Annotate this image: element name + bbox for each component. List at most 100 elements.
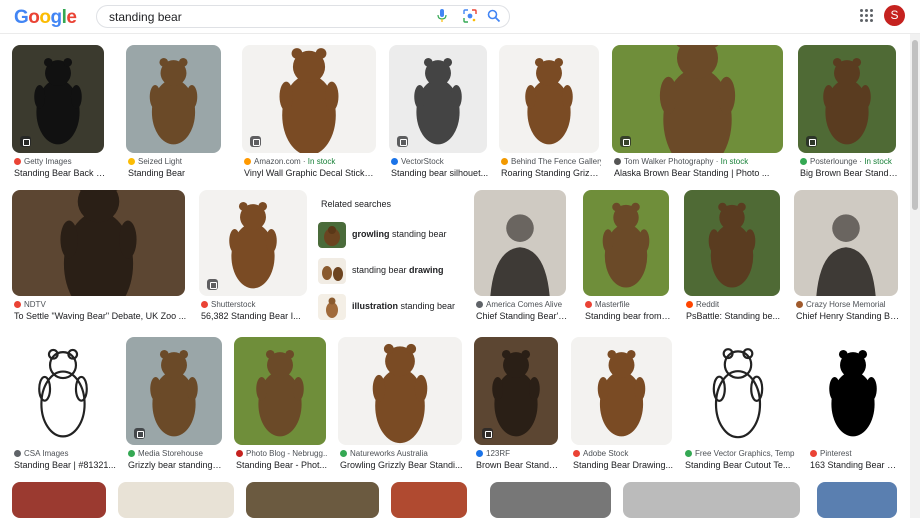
result-source[interactable]: Photo Blog - Nebrugg... — [236, 449, 328, 458]
result-title[interactable]: Standing bear silhouet... — [391, 168, 489, 178]
image-thumbnail[interactable] — [571, 337, 672, 445]
image-result-card[interactable]: Natureworks Australia Growling Grizzly Be… — [338, 337, 464, 477]
result-source[interactable]: Pinterest — [810, 449, 900, 458]
image-result-card[interactable]: VectorStock Standing bear silhouet... — [389, 45, 489, 185]
result-title[interactable]: Standing bear from t... — [585, 311, 671, 321]
result-title[interactable]: Chief Standing Bear's ... — [476, 311, 568, 321]
result-title[interactable]: Standing Bear - Phot... — [236, 460, 328, 470]
image-result-card[interactable]: Shutterstock 56,382 Standing Bear I... — [199, 190, 307, 328]
image-thumbnail[interactable] — [242, 45, 376, 153]
google-logo[interactable]: Google — [14, 7, 77, 29]
image-result-card[interactable]: Behind The Fence Gallery Roaring Standing… — [499, 45, 601, 185]
result-title[interactable]: Vinyl Wall Graphic Decal Sticker ... — [244, 168, 378, 178]
result-title[interactable]: Standing Bear | #81321... — [14, 460, 116, 470]
result-title[interactable]: Roaring Standing Grizz... — [501, 168, 601, 178]
image-result-card[interactable]: Seized Light Standing Bear — [126, 45, 221, 185]
result-title[interactable]: Standing Bear Drawing... — [573, 460, 674, 470]
image-result-card[interactable]: 123RF Brown Bear Standin... — [474, 337, 560, 477]
apps-grid-icon[interactable] — [860, 9, 874, 23]
result-source[interactable]: Getty Images — [14, 157, 106, 166]
result-source[interactable]: Shutterstock — [201, 300, 309, 309]
result-title[interactable]: 163 Standing Bear Sil... — [810, 460, 900, 470]
image-thumbnail[interactable] — [798, 45, 896, 153]
image-result-card[interactable]: Adobe Stock Standing Bear Drawing... — [571, 337, 674, 477]
result-title[interactable]: Standing Bear Cutout Te... — [685, 460, 795, 470]
result-source[interactable]: Tom Walker Photography · In stock — [614, 157, 785, 166]
result-source[interactable]: CSA Images — [14, 449, 116, 458]
image-thumbnail[interactable] — [126, 337, 222, 445]
result-source[interactable]: Free Vector Graphics, Temp... · In stock — [685, 449, 795, 458]
related-search-drawing[interactable]: standing bear drawing — [318, 256, 458, 286]
image-result-card[interactable]: Crazy Horse Memorial Chief Henry Standing… — [794, 190, 900, 328]
image-thumbnail[interactable] — [246, 482, 379, 518]
result-title[interactable]: Standing Bear — [128, 168, 223, 178]
result-source[interactable]: Natureworks Australia — [340, 449, 464, 458]
image-thumbnail[interactable] — [808, 337, 898, 445]
result-source[interactable]: Amazon.com · In stock — [244, 157, 378, 166]
microphone-icon[interactable] — [437, 9, 447, 23]
image-thumbnail[interactable] — [12, 337, 114, 445]
related-search-illustration[interactable]: illustration standing bear — [318, 292, 458, 322]
result-source[interactable]: 123RF — [476, 449, 560, 458]
result-title[interactable]: Growling Grizzly Bear Standi... — [340, 460, 464, 470]
image-result-card[interactable]: NDTV To Settle "Waving Bear" Debate, UK Z… — [12, 190, 187, 328]
result-title[interactable]: Grizzly bear standing, ... — [128, 460, 224, 470]
result-source[interactable]: Posterlounge · In stock — [800, 157, 898, 166]
image-result-card[interactable]: Pinterest 163 Standing Bear Sil... — [808, 337, 900, 477]
image-result-card[interactable]: Tom Walker Photography · In stock Alaska … — [612, 45, 783, 185]
result-title[interactable]: Big Brown Bear Standin... — [800, 168, 898, 178]
image-thumbnail[interactable] — [490, 482, 611, 518]
image-result-card[interactable]: Amazon.com · In stock Vinyl Wall Graphic … — [242, 45, 378, 185]
result-source[interactable]: Behind The Fence Gallery — [501, 157, 601, 166]
image-thumbnail[interactable] — [683, 337, 793, 445]
image-thumbnail[interactable] — [199, 190, 307, 296]
image-thumbnail[interactable] — [12, 190, 185, 296]
result-source[interactable]: VectorStock — [391, 157, 489, 166]
result-title[interactable]: To Settle "Waving Bear" Debate, UK Zoo .… — [14, 311, 187, 321]
image-thumbnail[interactable] — [474, 337, 558, 445]
result-source[interactable]: Crazy Horse Memorial — [796, 300, 900, 309]
image-result-card[interactable]: Free Vector Graphics, Temp... · In stock… — [683, 337, 795, 477]
image-thumbnail[interactable] — [623, 482, 800, 518]
image-thumbnail[interactable] — [583, 190, 669, 296]
image-thumbnail[interactable] — [684, 190, 780, 296]
image-result-card[interactable]: Getty Images Standing Bear Back - G... — [12, 45, 106, 185]
result-source[interactable]: Seized Light — [128, 157, 223, 166]
image-thumbnail[interactable] — [126, 45, 221, 153]
image-thumbnail[interactable] — [817, 482, 897, 518]
image-thumbnail[interactable] — [12, 45, 104, 153]
image-result-card[interactable]: Reddit PsBattle: Standing be... — [684, 190, 780, 328]
image-thumbnail[interactable] — [794, 190, 898, 296]
image-thumbnail[interactable] — [234, 337, 326, 445]
image-thumbnail[interactable] — [612, 45, 783, 153]
search-input[interactable] — [109, 10, 409, 24]
search-bar[interactable] — [96, 5, 510, 28]
image-thumbnail[interactable] — [389, 45, 487, 153]
related-search-growling[interactable]: growling standing bear — [318, 220, 458, 250]
image-result-card[interactable]: Masterfile Standing bear from t... — [583, 190, 671, 328]
camera-lens-icon[interactable] — [463, 9, 477, 23]
result-title[interactable]: Chief Henry Standing Be... — [796, 311, 900, 321]
image-thumbnail[interactable] — [474, 190, 566, 296]
result-source[interactable]: Reddit — [686, 300, 782, 309]
result-source[interactable]: Adobe Stock — [573, 449, 674, 458]
result-source[interactable]: Media Storehouse — [128, 449, 224, 458]
image-thumbnail[interactable] — [12, 482, 106, 518]
image-result-card[interactable]: Photo Blog - Nebrugg... Standing Bear - P… — [234, 337, 328, 477]
result-source[interactable]: America Comes Alive — [476, 300, 568, 309]
search-icon[interactable] — [487, 9, 501, 23]
image-result-card[interactable]: Media Storehouse Grizzly bear standing, .… — [126, 337, 224, 477]
result-title[interactable]: PsBattle: Standing be... — [686, 311, 782, 321]
image-result-card[interactable]: America Comes Alive Chief Standing Bear's… — [474, 190, 568, 328]
image-result-card[interactable]: CSA Images Standing Bear | #81321... — [12, 337, 116, 477]
result-title[interactable]: 56,382 Standing Bear I... — [201, 311, 309, 321]
scrollbar-thumb[interactable] — [912, 40, 918, 210]
result-source[interactable]: NDTV — [14, 300, 187, 309]
result-title[interactable]: Alaska Brown Bear Standing | Photo ... — [614, 168, 785, 178]
result-title[interactable]: Standing Bear Back - G... — [14, 168, 106, 178]
result-title[interactable]: Brown Bear Standin... — [476, 460, 560, 470]
image-result-card[interactable]: Posterlounge · In stock Big Brown Bear St… — [798, 45, 898, 185]
image-thumbnail[interactable] — [391, 482, 467, 518]
account-avatar[interactable]: S — [884, 5, 905, 26]
image-thumbnail[interactable] — [499, 45, 599, 153]
